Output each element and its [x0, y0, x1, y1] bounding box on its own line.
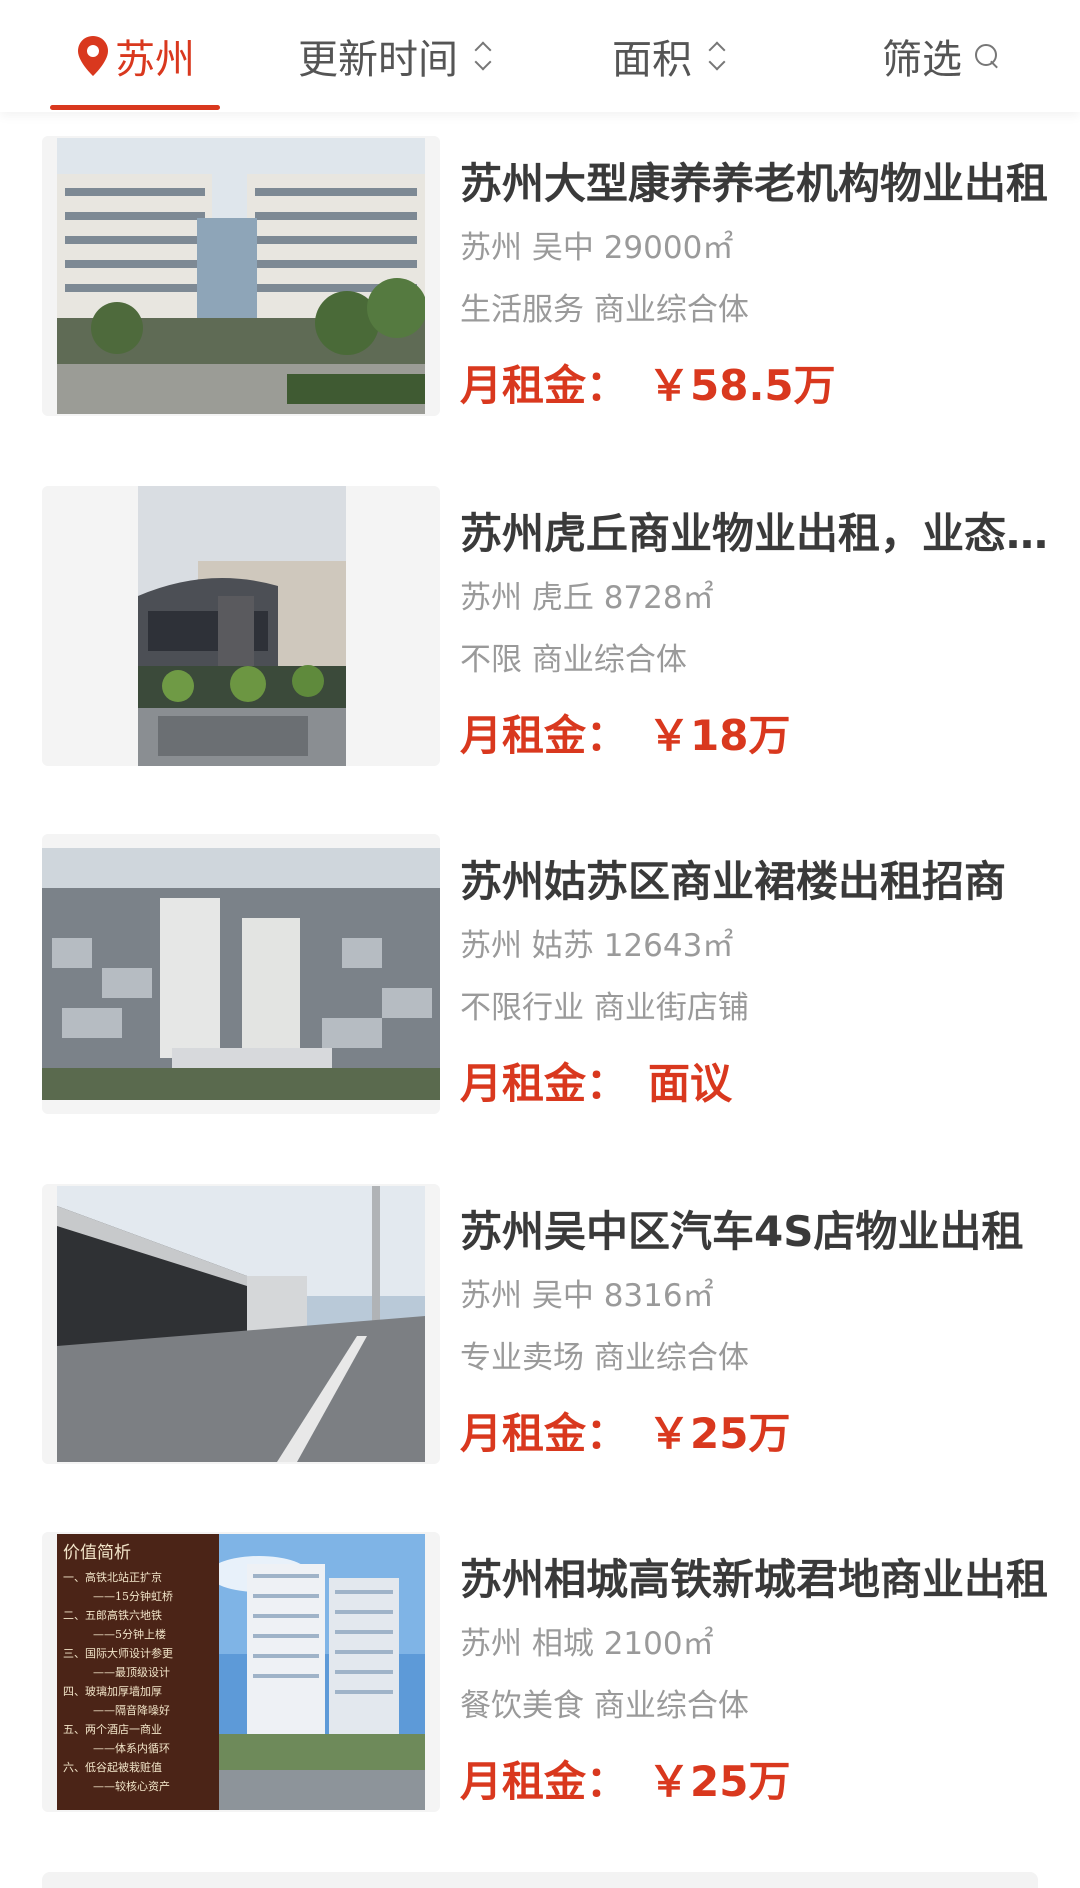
promo-line: 一、高铁北站正扩京	[63, 1571, 162, 1584]
listing-card[interactable]: 苏州大型康养养老机构物业出租 苏州 吴中 29000㎡ 生活服务 商业综合体 月…	[42, 136, 1048, 416]
listing-location: 苏州 吴中 29000㎡	[460, 230, 734, 266]
listing-thumbnail	[42, 1184, 440, 1464]
listing-category: 不限 商业综合体	[460, 642, 687, 678]
active-tab-indicator	[50, 105, 220, 110]
price-label: 月租金：	[460, 1409, 629, 1458]
sort-area[interactable]: 面积	[612, 0, 728, 112]
listing-title[interactable]: 苏州相城高铁新城君地商业出租	[460, 1552, 1052, 1608]
promo-line: 四、玻璃加厚墙加厚	[63, 1685, 162, 1698]
listing-info: 苏州吴中区汽车4S店物业出租 苏州 吴中 8316㎡ 专业卖场 商业综合体 月租…	[460, 1184, 1042, 1462]
listing-card[interactable]: 苏州虎丘商业物业出租，业态不限 苏州 虎丘 8728㎡ 不限 商业综合体 月租金…	[42, 486, 1052, 766]
sort-arrows-icon	[706, 36, 728, 76]
listing-thumbnail	[42, 136, 440, 416]
listing-info: 苏州大型康养养老机构物业出租 苏州 吴中 29000㎡ 生活服务 商业综合体 月…	[460, 136, 1048, 414]
building-photo	[57, 138, 425, 414]
price-label: 月租金：	[460, 361, 629, 410]
listing-location: 苏州 相城 2100㎡	[460, 1626, 714, 1662]
listing-title[interactable]: 苏州虎丘商业物业出租，业态不限	[460, 506, 1052, 562]
listing-location: 苏州 姑苏 12643㎡	[460, 928, 734, 964]
showroom-photo	[57, 1186, 425, 1462]
listing-category: 不限行业 商业街店铺	[460, 990, 749, 1026]
price-label: 月租金：	[460, 1757, 629, 1806]
filter-bar: 苏州 更新时间 面积 筛选	[0, 0, 1080, 112]
listing-title[interactable]: 苏州大型康养养老机构物业出租	[460, 156, 1052, 212]
promo-line: ——15分钟虹桥	[93, 1590, 173, 1603]
next-card-edge	[42, 1872, 1038, 1888]
promo-line: ——隔音降噪好	[93, 1704, 170, 1717]
promo-text-panel: 价值简析 一、高铁北站正扩京 ——15分钟虹桥 二、五郎高铁六地铁 ——5分钟上…	[57, 1534, 219, 1810]
search-icon	[974, 43, 1000, 69]
promo-line: ——5分钟上楼	[93, 1628, 166, 1641]
listing-category: 专业卖场 商业综合体	[460, 1340, 749, 1376]
listing-card[interactable]: 价值简析 一、高铁北站正扩京 ——15分钟虹桥 二、五郎高铁六地铁 ——5分钟上…	[42, 1532, 1048, 1812]
listing-info: 苏州虎丘商业物业出租，业态不限 苏州 虎丘 8728㎡ 不限 商业综合体 月租金…	[460, 486, 1052, 764]
price-value: 面议	[648, 1059, 733, 1108]
location-pin-icon	[78, 36, 108, 76]
promo-heading: 价值简析	[63, 1543, 131, 1563]
price-value: ￥25万	[648, 1409, 791, 1458]
listing-thumbnail: 价值简析 一、高铁北站正扩京 ——15分钟虹桥 二、五郎高铁六地铁 ——5分钟上…	[42, 1532, 440, 1812]
listing-category: 餐饮美食 商业综合体	[460, 1688, 749, 1724]
promo-line: ——较核心资产	[93, 1780, 170, 1793]
listing-price: 月租金： ￥25万	[460, 1406, 1042, 1462]
price-label: 月租金：	[460, 711, 629, 760]
price-label: 月租金：	[460, 1059, 629, 1108]
listing-title[interactable]: 苏州吴中区汽车4S店物业出租	[460, 1204, 1052, 1260]
listing-location: 苏州 吴中 8316㎡	[460, 1278, 714, 1314]
listing-category: 生活服务 商业综合体	[460, 292, 749, 328]
city-selector[interactable]: 苏州	[50, 0, 220, 112]
promo-lines: 一、高铁北站正扩京 ——15分钟虹桥 二、五郎高铁六地铁 ——5分钟上楼 三、国…	[63, 1568, 213, 1796]
listing-price: 月租金： ￥25万	[460, 1754, 1042, 1810]
listing-price: 月租金： ￥58.5万	[460, 358, 1042, 414]
listing-card[interactable]: 苏州吴中区汽车4S店物业出租 苏州 吴中 8316㎡ 专业卖场 商业综合体 月租…	[42, 1184, 1042, 1464]
city-aerial-photo	[42, 848, 440, 1100]
filter-label: 筛选	[882, 37, 962, 83]
promo-line: 五、两个酒店一商业	[63, 1723, 162, 1736]
listing-card[interactable]: 苏州姑苏区商业裙楼出租招商 苏州 姑苏 12643㎡ 不限行业 商业街店铺 月租…	[42, 834, 1042, 1114]
sort-area-label: 面积	[612, 37, 692, 83]
sort-update-label: 更新时间	[298, 37, 458, 83]
price-value: ￥25万	[648, 1757, 791, 1806]
listing-price: 月租金： ￥18万	[460, 708, 1042, 764]
building-photo	[138, 486, 346, 766]
promo-line: ——体系内循环	[93, 1742, 170, 1755]
listing-info: 苏州姑苏区商业裙楼出租招商 苏州 姑苏 12643㎡ 不限行业 商业街店铺 月租…	[460, 834, 1042, 1112]
tower-photo	[219, 1534, 425, 1810]
filter-button[interactable]: 筛选	[882, 0, 1000, 112]
listing-thumbnail	[42, 486, 440, 766]
listing-price: 月租金： 面议	[460, 1056, 1042, 1112]
price-value: ￥58.5万	[648, 361, 836, 410]
sort-update-time[interactable]: 更新时间	[298, 0, 494, 112]
listing-info: 苏州相城高铁新城君地商业出租 苏州 相城 2100㎡ 餐饮美食 商业综合体 月租…	[460, 1532, 1048, 1810]
listing-title[interactable]: 苏州姑苏区商业裙楼出租招商	[460, 854, 1052, 910]
promo-line: ——最顶级设计	[93, 1666, 170, 1679]
promo-line: 三、国际大师设计参更	[63, 1647, 173, 1660]
listing-location: 苏州 虎丘 8728㎡	[460, 580, 714, 616]
listing-thumbnail	[42, 834, 440, 1114]
city-label: 苏州	[115, 37, 195, 83]
sort-arrows-icon	[472, 36, 494, 76]
promo-line: 二、五郎高铁六地铁	[63, 1609, 162, 1622]
promo-line: 六、低谷起被栽赃值	[63, 1761, 162, 1774]
price-value: ￥18万	[648, 711, 791, 760]
